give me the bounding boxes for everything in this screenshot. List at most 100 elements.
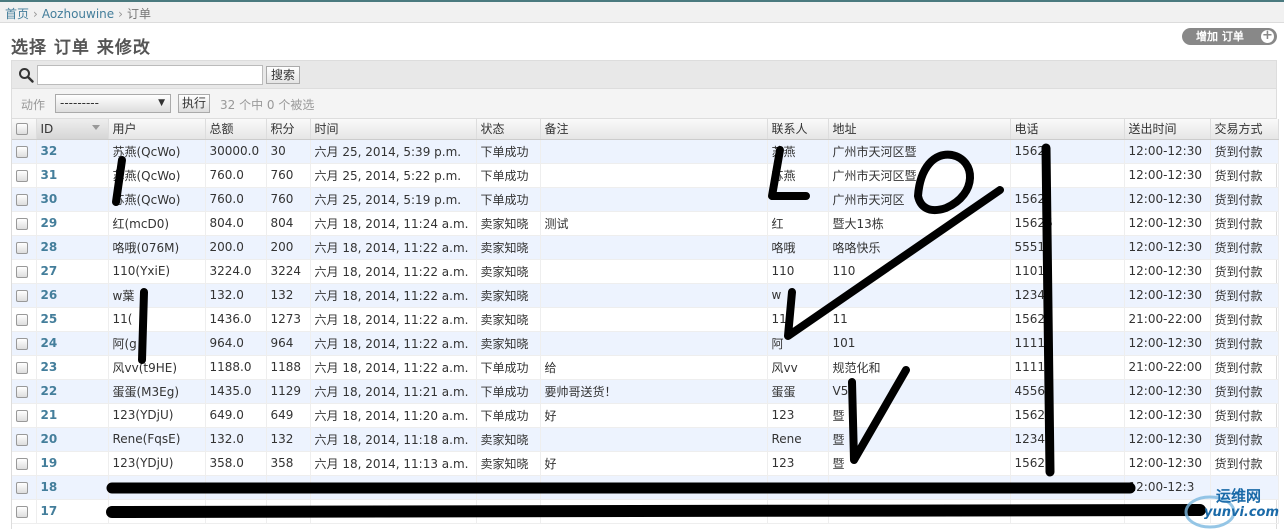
column-header-user[interactable]: 用户 — [108, 119, 206, 140]
row-checkbox-cell — [12, 211, 37, 236]
cell-user: 咯哦(076M) — [108, 235, 206, 260]
order-id-link[interactable]: 29 — [41, 216, 58, 230]
column-header-send-time[interactable]: 送出时间 — [1124, 119, 1211, 140]
column-header-address[interactable]: 地址 — [828, 119, 1011, 140]
order-id-link[interactable]: 17 — [41, 504, 58, 518]
row-checkbox[interactable] — [16, 457, 28, 470]
cell-address: 广州市天河区暨 — [828, 139, 1011, 164]
row-checkbox[interactable] — [16, 385, 28, 398]
column-header-id[interactable]: ID — [36, 119, 109, 140]
cell-pay: 货到付款 — [1210, 139, 1279, 164]
breadcrumb-home-link[interactable]: 首页 — [5, 7, 29, 21]
row-checkbox[interactable] — [16, 433, 28, 446]
cell-status: 卖家知晓 — [476, 427, 541, 452]
cell-status: 下单成功 — [476, 379, 541, 404]
search-input[interactable] — [37, 65, 263, 85]
row-checkbox-cell — [12, 259, 37, 284]
order-id-link[interactable]: 18 — [41, 480, 58, 494]
cell-contact: 苏燕 — [767, 139, 829, 164]
cell-note — [540, 331, 768, 356]
cell-contact — [767, 499, 829, 524]
column-header-payment[interactable]: 交易方式 — [1210, 119, 1279, 140]
table-row: 17 — [12, 499, 1279, 524]
order-id-link[interactable]: 25 — [41, 312, 58, 326]
column-header-status[interactable]: 状态 — [476, 119, 541, 140]
row-checkbox[interactable] — [16, 289, 28, 302]
column-header-points[interactable]: 积分 — [266, 119, 311, 140]
cell-id: 19 — [36, 451, 109, 476]
cell-send: 12:00-12:30 — [1124, 283, 1211, 308]
cell-phone — [1010, 163, 1125, 188]
cell-send: 12:00-12:30 — [1124, 235, 1211, 260]
cell-note — [540, 307, 768, 332]
order-id-link[interactable]: 27 — [41, 264, 58, 278]
row-checkbox[interactable] — [16, 241, 28, 254]
row-checkbox[interactable] — [16, 193, 28, 206]
cell-contact: 123 — [767, 451, 829, 476]
row-checkbox[interactable] — [16, 361, 28, 374]
watermark-url: yunvi.com — [1204, 505, 1280, 520]
cell-note — [540, 499, 768, 524]
add-order-button[interactable]: 增加 订单 + — [1182, 28, 1277, 45]
cell-status: 下单成功 — [476, 163, 541, 188]
table-header-row: ID 用户 总额 积分 时间 状态 备注 联系人 地址 电话 送出时间 交易方式 — [12, 119, 1279, 140]
row-checkbox-cell — [12, 379, 37, 404]
table-row: 29 红(mcD0) 804.0 804 六月 18, 2014, 11:24 a.m.… — [12, 211, 1279, 236]
cell-user: 阿(g — [108, 331, 206, 356]
row-checkbox[interactable] — [16, 265, 28, 278]
column-header-time[interactable]: 时间 — [310, 119, 477, 140]
row-checkbox[interactable] — [16, 145, 28, 158]
cell-address: 110 — [828, 259, 1011, 284]
order-id-link[interactable]: 32 — [41, 144, 58, 158]
order-id-link[interactable]: 21 — [41, 408, 58, 422]
action-select[interactable]: --------- ▼ — [55, 94, 171, 113]
row-checkbox[interactable] — [16, 313, 28, 326]
cell-note: 测试 — [540, 211, 768, 236]
column-header-note[interactable]: 备注 — [540, 119, 768, 140]
order-id-link[interactable]: 31 — [41, 168, 58, 182]
order-id-link[interactable]: 28 — [41, 240, 58, 254]
cell-phone: 1101 — [1010, 259, 1125, 284]
breadcrumb-app-link[interactable]: Aozhouwine — [42, 7, 114, 21]
cell-address: 规范化和 — [828, 355, 1011, 380]
cell-points: 1273 — [266, 307, 311, 332]
cell-send: 12:00-12:30 — [1124, 331, 1211, 356]
order-id-link[interactable]: 20 — [41, 432, 58, 446]
column-header-phone[interactable]: 电话 — [1010, 119, 1125, 140]
row-checkbox[interactable] — [16, 505, 28, 518]
cell-status — [476, 499, 541, 524]
cell-pay: 货到付款 — [1210, 379, 1279, 404]
order-id-link[interactable]: 30 — [41, 192, 58, 206]
order-id-link[interactable]: 23 — [41, 360, 58, 374]
row-checkbox[interactable] — [16, 409, 28, 422]
column-header-total[interactable]: 总额 — [205, 119, 267, 140]
cell-total: 30000.0 — [205, 139, 267, 164]
column-header-contact[interactable]: 联系人 — [767, 119, 829, 140]
cell-user — [108, 475, 206, 500]
cell-time — [310, 499, 477, 524]
cell-contact — [767, 187, 829, 212]
order-id-link[interactable]: 24 — [41, 336, 58, 350]
row-checkbox[interactable] — [16, 217, 28, 230]
row-checkbox[interactable] — [16, 337, 28, 350]
order-id-link[interactable]: 22 — [41, 384, 58, 398]
table-row: 22 蛋蛋(M3Eg) 1435.0 1129 六月 18, 2014, 11:21 a… — [12, 379, 1279, 404]
order-id-link[interactable]: 26 — [41, 288, 58, 302]
cell-status: 卖家知晓 — [476, 259, 541, 284]
cell-contact: 红 — [767, 211, 829, 236]
cell-user: 蛋蛋(M3Eg) — [108, 379, 206, 404]
order-id-link[interactable]: 19 — [41, 456, 58, 470]
sort-descending-icon[interactable] — [91, 125, 100, 130]
select-all-checkbox[interactable] — [16, 123, 28, 136]
table-row: 20 Rene(FqsE) 132.0 132 六月 18, 2014, 11:18 a… — [12, 427, 1279, 452]
cell-time: 六月 18, 2014, 11:18 a.m. — [310, 427, 477, 452]
cell-send: 12:00-12:30 — [1124, 139, 1211, 164]
cell-phone: 1562 — [1010, 307, 1125, 332]
action-go-button[interactable]: 执行 — [178, 94, 211, 113]
cell-total: 132.0 — [205, 427, 267, 452]
row-checkbox[interactable] — [16, 481, 28, 494]
table-row: 19 123(YDjU) 358.0 358 六月 18, 2014, 11:13 a.… — [12, 451, 1279, 476]
cell-id: 18 — [36, 475, 109, 500]
row-checkbox[interactable] — [16, 169, 28, 182]
search-button[interactable]: 搜索 — [266, 66, 301, 84]
